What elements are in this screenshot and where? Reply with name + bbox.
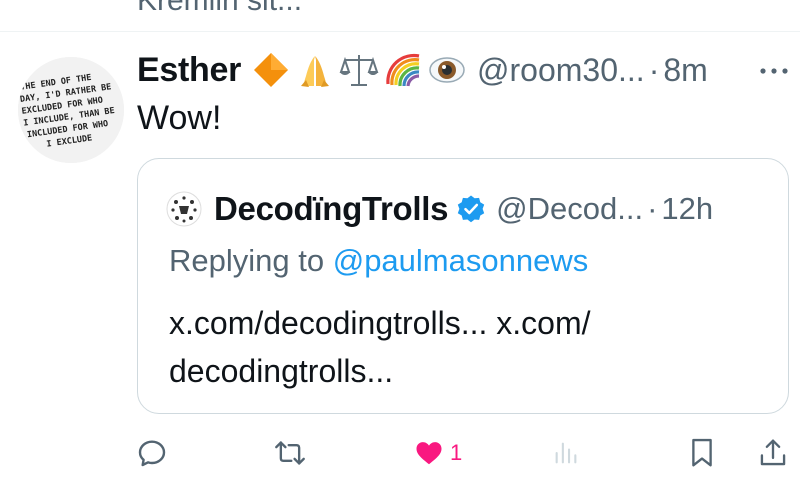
reply-button[interactable]	[136, 433, 168, 473]
folded-hands-icon	[295, 50, 335, 90]
tweet-timestamp[interactable]: 8m	[663, 52, 707, 89]
mention-link[interactable]: @paulmasonnews	[333, 243, 589, 278]
tweet-header: Esther @room30... · 8m	[137, 48, 708, 92]
quoted-timestamp[interactable]: 12h	[661, 191, 713, 227]
views-button[interactable]	[552, 433, 580, 473]
verified-badge-icon	[456, 194, 486, 224]
like-count: 1	[450, 440, 463, 465]
orange-diamond-icon	[251, 50, 291, 90]
tweet-text: Wow!	[137, 99, 222, 137]
quoted-author-name[interactable]: DecodïngTrolls	[214, 190, 448, 228]
quoted-text-line[interactable]: x.com/decodingtrolls... x.com/	[169, 299, 769, 347]
replying-to-line: Replying to @paulmasonnews	[169, 243, 588, 279]
replying-to-label: Replying to	[169, 243, 325, 278]
avatar[interactable]: THE END OF THE DAY, I'D RATHER BE EXCLUD…	[18, 57, 124, 163]
repost-button[interactable]	[273, 433, 307, 473]
like-button[interactable]: 1	[414, 433, 462, 473]
repost-icon	[275, 441, 305, 465]
reply-icon	[138, 440, 166, 467]
quoted-tweet-header: DecodïngTrolls @Decod... · 12h	[166, 189, 713, 229]
eye-icon	[427, 50, 467, 90]
share-icon	[760, 439, 786, 466]
separator-dot: ·	[647, 191, 658, 226]
author-name[interactable]: Esther	[137, 51, 241, 90]
separator-dot: ·	[648, 51, 660, 88]
previous-tweet-fragment: Kremlin sit...	[137, 0, 303, 17]
balance-scale-icon	[339, 50, 379, 90]
quoted-tweet-text: x.com/decodingtrolls... x.com/ decodingt…	[169, 299, 769, 395]
author-emoji-group	[251, 50, 467, 90]
bookmark-icon	[692, 438, 712, 467]
share-button[interactable]	[758, 433, 788, 473]
heart-icon	[416, 442, 442, 465]
quoted-tweet[interactable]: DecodïngTrolls @Decod... · 12h Replying …	[137, 158, 789, 414]
rainbow-icon	[383, 50, 423, 90]
tweet-divider	[0, 31, 800, 32]
views-chart-icon	[555, 442, 577, 464]
quoted-text-line[interactable]: decodingtrolls...	[169, 347, 769, 395]
author-handle[interactable]: @room30...	[477, 52, 645, 89]
more-icon	[760, 68, 788, 74]
bookmark-button[interactable]	[688, 433, 716, 473]
quoted-avatar[interactable]	[166, 191, 202, 227]
action-bar: 1	[0, 433, 800, 473]
more-options-button[interactable]	[758, 60, 790, 82]
quoted-author-handle[interactable]: @Decod...	[496, 191, 643, 227]
